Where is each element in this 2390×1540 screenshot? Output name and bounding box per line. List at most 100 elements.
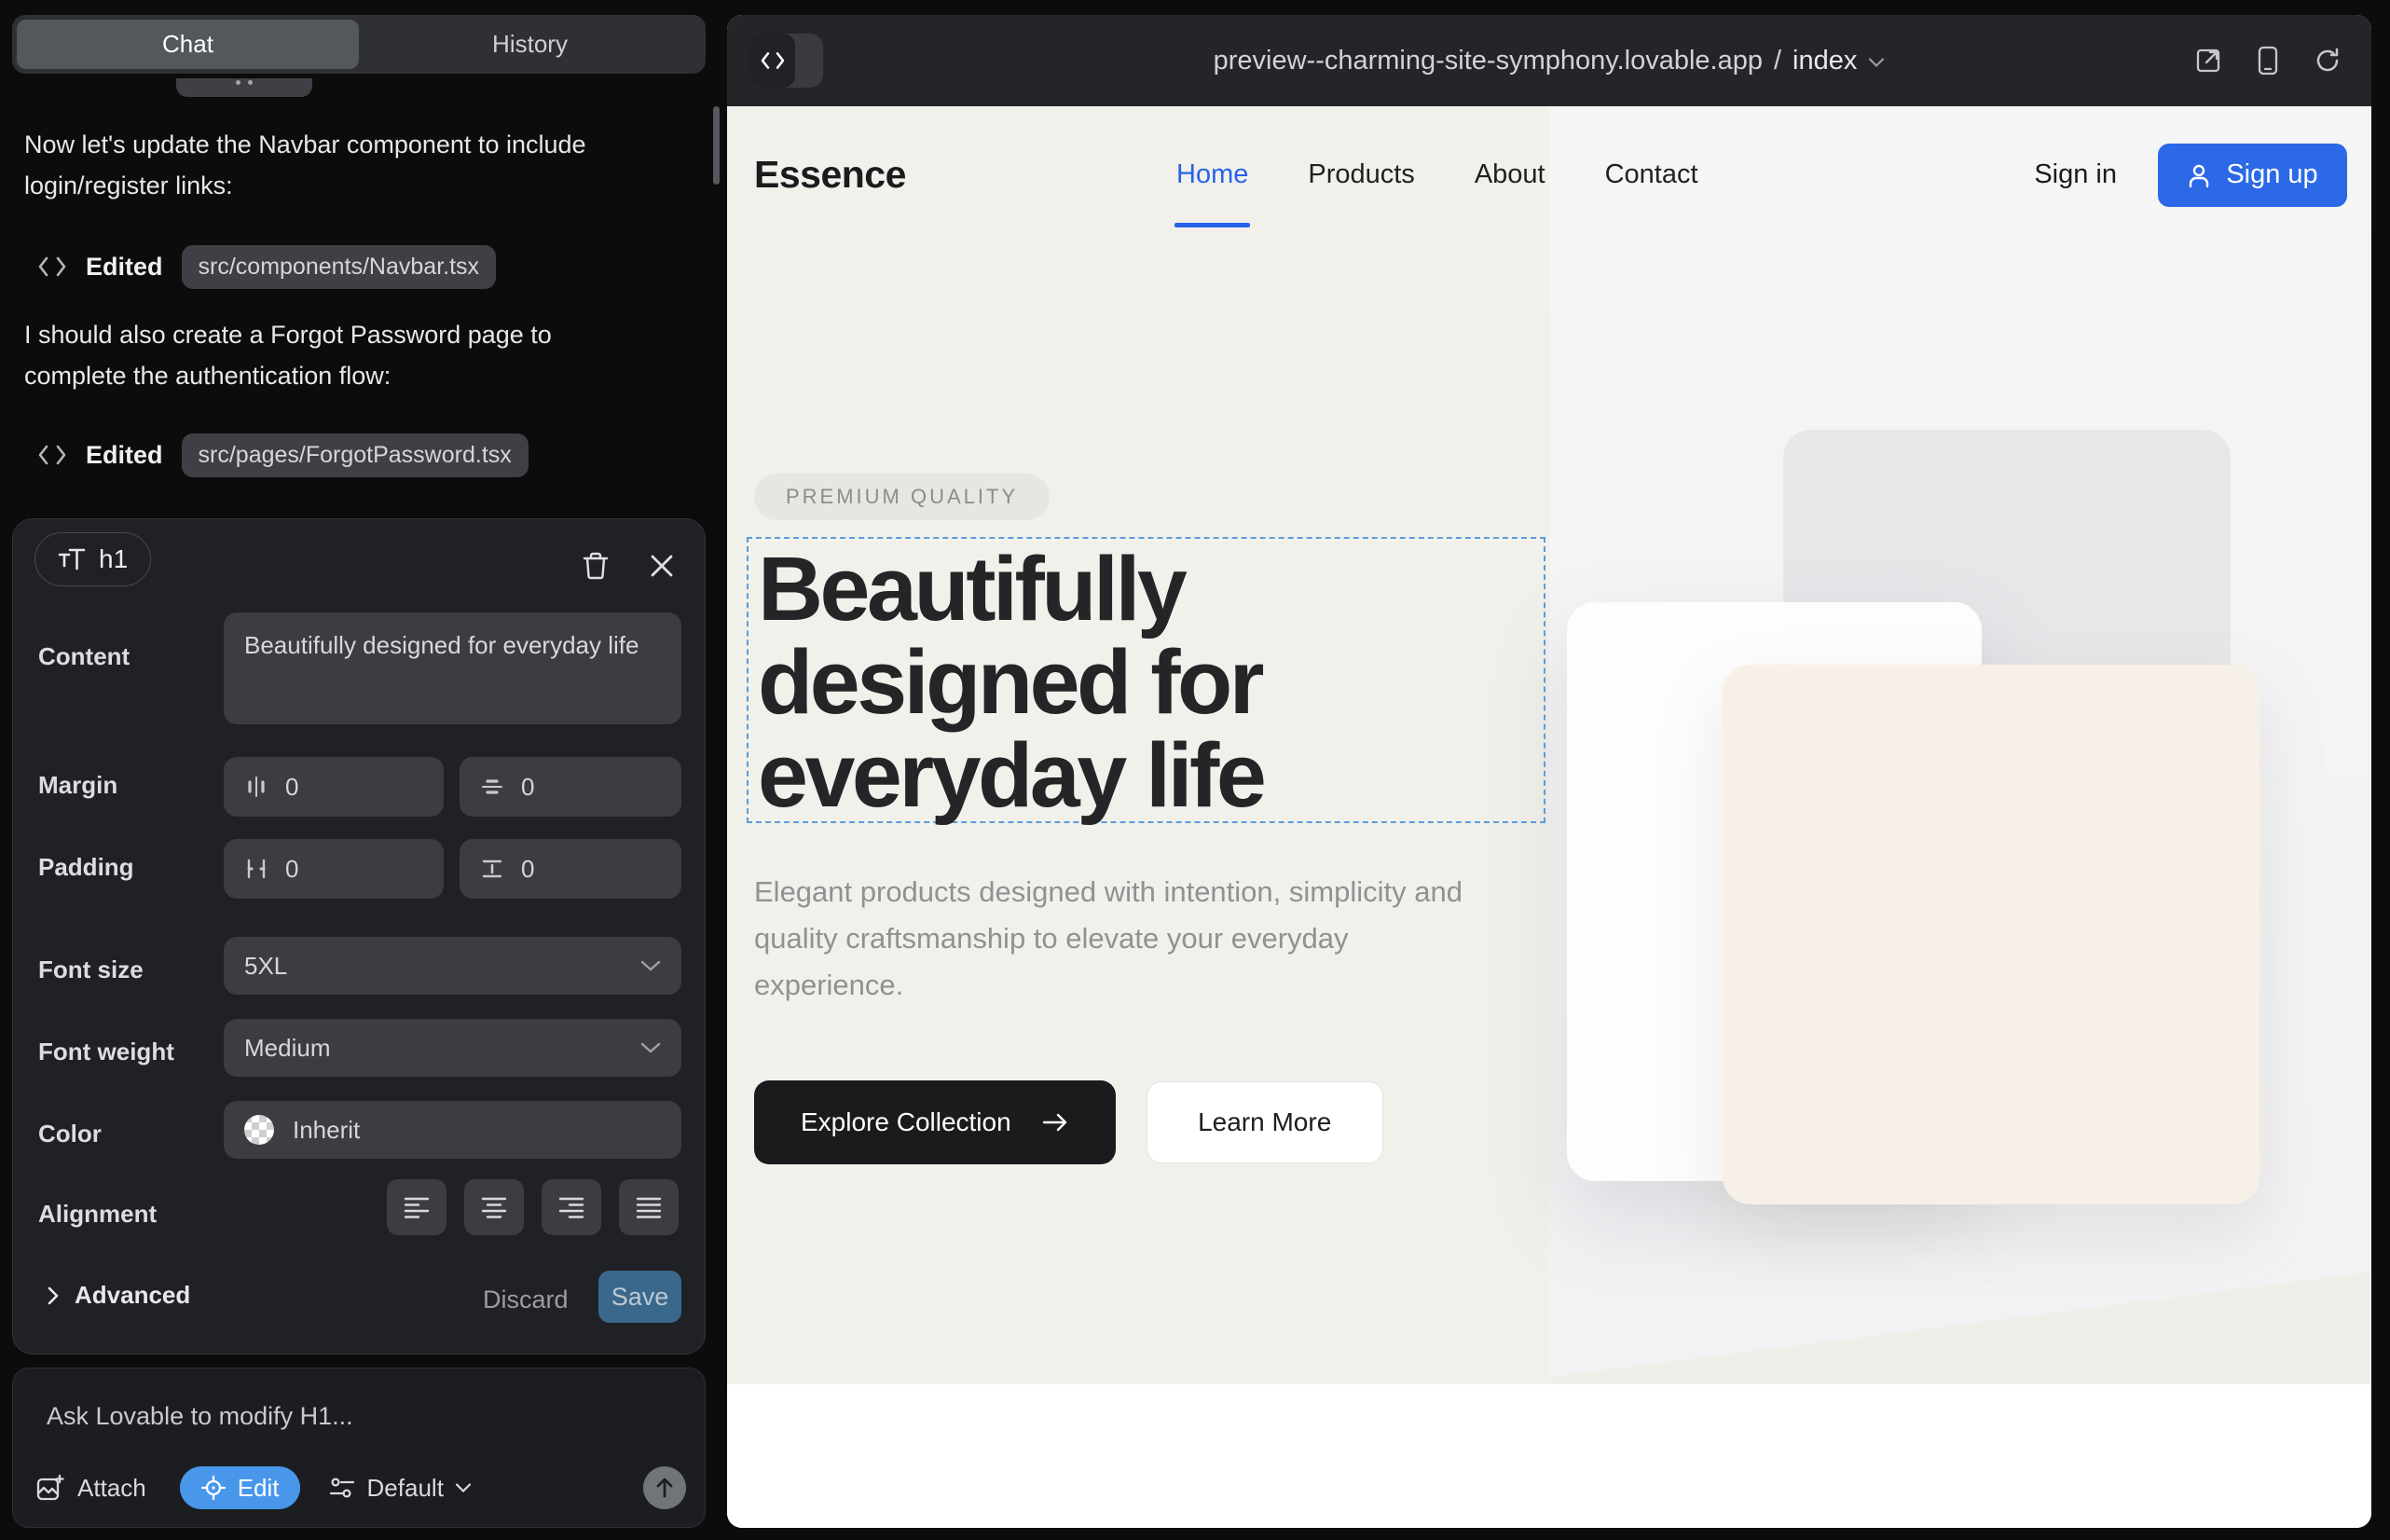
- next-section: [727, 1384, 2371, 1528]
- selected-h1-outline[interactable]: Beautifully designed for everyday life: [747, 537, 1545, 823]
- align-justify-button[interactable]: [619, 1179, 679, 1235]
- site-navbar: Essence Home Products About Contact Sign…: [727, 106, 2371, 243]
- padding-x-input[interactable]: 0: [224, 839, 444, 899]
- nav-products[interactable]: Products: [1308, 159, 1414, 190]
- padding-vertical-icon: [480, 857, 504, 881]
- margin-y-input[interactable]: 0: [460, 757, 681, 817]
- mode-select[interactable]: Default: [328, 1474, 472, 1503]
- align-right-icon: [557, 1195, 585, 1219]
- padding-y-input[interactable]: 0: [460, 839, 681, 899]
- color-swatch-checker: [244, 1115, 274, 1145]
- margin-horizontal-icon: [244, 775, 268, 799]
- file-chip[interactable]: src/pages/ForgotPassword.tsx: [182, 433, 529, 477]
- font-size-select[interactable]: 5XL: [224, 937, 681, 995]
- site-logo[interactable]: Essence: [754, 106, 906, 243]
- edited-file-row[interactable]: Edited src/components/Navbar.tsx: [37, 244, 496, 289]
- open-external-icon[interactable]: [2194, 47, 2222, 75]
- delete-element-button[interactable]: [573, 543, 618, 588]
- preview-browser-frame: preview--charming-site-symphony.lovable.…: [727, 15, 2371, 1528]
- margin-x-input[interactable]: 0: [224, 757, 444, 817]
- nav-home[interactable]: Home: [1176, 159, 1248, 190]
- margin-x-value: 0: [285, 773, 298, 802]
- font-size-label: Font size: [38, 956, 144, 984]
- site-viewport: Essence Home Products About Contact Sign…: [727, 106, 2371, 1528]
- arrow-right-icon: [1041, 1111, 1069, 1134]
- sign-up-button[interactable]: Sign up: [2158, 144, 2347, 207]
- advanced-label: Advanced: [75, 1281, 190, 1310]
- preview-url: preview--charming-site-symphony.lovable.…: [1214, 46, 1763, 76]
- url-separator: /: [1774, 46, 1781, 76]
- explore-collection-label: Explore Collection: [801, 1107, 1011, 1137]
- edited-label: Edited: [86, 441, 163, 470]
- hero-description: Elegant products designed with intention…: [754, 869, 1500, 1010]
- chevron-down-icon: [640, 959, 661, 972]
- chevron-down-icon: [1868, 57, 1885, 68]
- align-justify-icon: [635, 1195, 663, 1219]
- align-left-button[interactable]: [387, 1179, 446, 1235]
- edited-file-row[interactable]: Edited src/pages/ForgotPassword.tsx: [37, 433, 529, 477]
- align-right-button[interactable]: [542, 1179, 601, 1235]
- target-icon: [200, 1475, 227, 1501]
- nav-contact[interactable]: Contact: [1605, 159, 1698, 190]
- font-weight-select[interactable]: Medium: [224, 1019, 681, 1077]
- hero-section: Essence Home Products About Contact Sign…: [727, 106, 2371, 1384]
- sign-up-label: Sign up: [2226, 159, 2317, 190]
- attach-label: Attach: [77, 1474, 146, 1503]
- assistant-message: Now let's update the Navbar component to…: [24, 125, 639, 206]
- close-editor-button[interactable]: [639, 543, 684, 588]
- attach-button[interactable]: Attach: [34, 1473, 146, 1503]
- explore-collection-button[interactable]: Explore Collection: [754, 1080, 1116, 1164]
- code-icon: [37, 443, 67, 467]
- edit-mode-button[interactable]: Edit: [180, 1466, 300, 1509]
- margin-label: Margin: [38, 771, 117, 800]
- content-input[interactable]: Beautifully designed for everyday life: [224, 612, 681, 724]
- element-tag-label: h1: [99, 544, 128, 574]
- refresh-icon[interactable]: [2314, 47, 2342, 75]
- tab-history[interactable]: History: [359, 20, 701, 69]
- close-icon: [649, 553, 675, 579]
- font-weight-value: Medium: [244, 1034, 330, 1063]
- chat-composer[interactable]: Ask Lovable to modify H1... Attach Edit …: [12, 1368, 706, 1528]
- chevron-down-icon: [640, 1041, 661, 1054]
- tab-chat[interactable]: Chat: [17, 20, 359, 69]
- align-left-icon: [403, 1195, 431, 1219]
- padding-y-value: 0: [521, 855, 534, 884]
- advanced-toggle[interactable]: Advanced: [47, 1281, 190, 1310]
- selected-element-pill[interactable]: h1: [34, 532, 151, 586]
- color-value: Inherit: [293, 1116, 360, 1145]
- nav-about[interactable]: About: [1475, 159, 1545, 190]
- align-center-icon: [480, 1195, 508, 1219]
- sliders-icon: [328, 1475, 356, 1501]
- sign-in-link[interactable]: Sign in: [2034, 159, 2117, 190]
- clipped-file-chip: [176, 78, 312, 97]
- decor-beige-card: [1723, 665, 2260, 1204]
- trash-icon: [582, 551, 610, 581]
- font-weight-label: Font weight: [38, 1038, 174, 1066]
- padding-label: Padding: [38, 853, 134, 882]
- align-center-button[interactable]: [464, 1179, 524, 1235]
- send-button[interactable]: [643, 1466, 686, 1509]
- code-icon: [37, 254, 67, 279]
- chat-history-tabbar: Chat History: [12, 15, 706, 74]
- file-chip[interactable]: src/components/Navbar.tsx: [182, 245, 497, 289]
- url-page: index: [1792, 46, 1857, 76]
- chevron-down-icon: [455, 1482, 472, 1493]
- edit-label: Edit: [238, 1474, 280, 1503]
- nav-links: Home Products About Contact: [1176, 106, 1698, 243]
- color-select[interactable]: Inherit: [224, 1101, 681, 1159]
- discard-button[interactable]: Discard: [483, 1286, 563, 1314]
- hero-headline: Beautifully designed for everyday life: [749, 539, 1544, 822]
- image-plus-icon: [34, 1473, 64, 1503]
- content-label: Content: [38, 642, 130, 671]
- url-bar[interactable]: preview--charming-site-symphony.lovable.…: [727, 15, 2371, 106]
- learn-more-button[interactable]: Learn More: [1147, 1081, 1383, 1163]
- margin-y-value: 0: [521, 773, 534, 802]
- composer-placeholder: Ask Lovable to modify H1...: [47, 1402, 353, 1431]
- assistant-message: I should also create a Forgot Password p…: [24, 315, 639, 396]
- chat-scrollbar[interactable]: [713, 106, 720, 185]
- mobile-device-icon[interactable]: [2258, 46, 2278, 76]
- arrow-up-icon: [654, 1477, 675, 1499]
- alignment-label: Alignment: [38, 1200, 157, 1229]
- save-button[interactable]: Save: [598, 1271, 681, 1323]
- padding-horizontal-icon: [244, 857, 268, 881]
